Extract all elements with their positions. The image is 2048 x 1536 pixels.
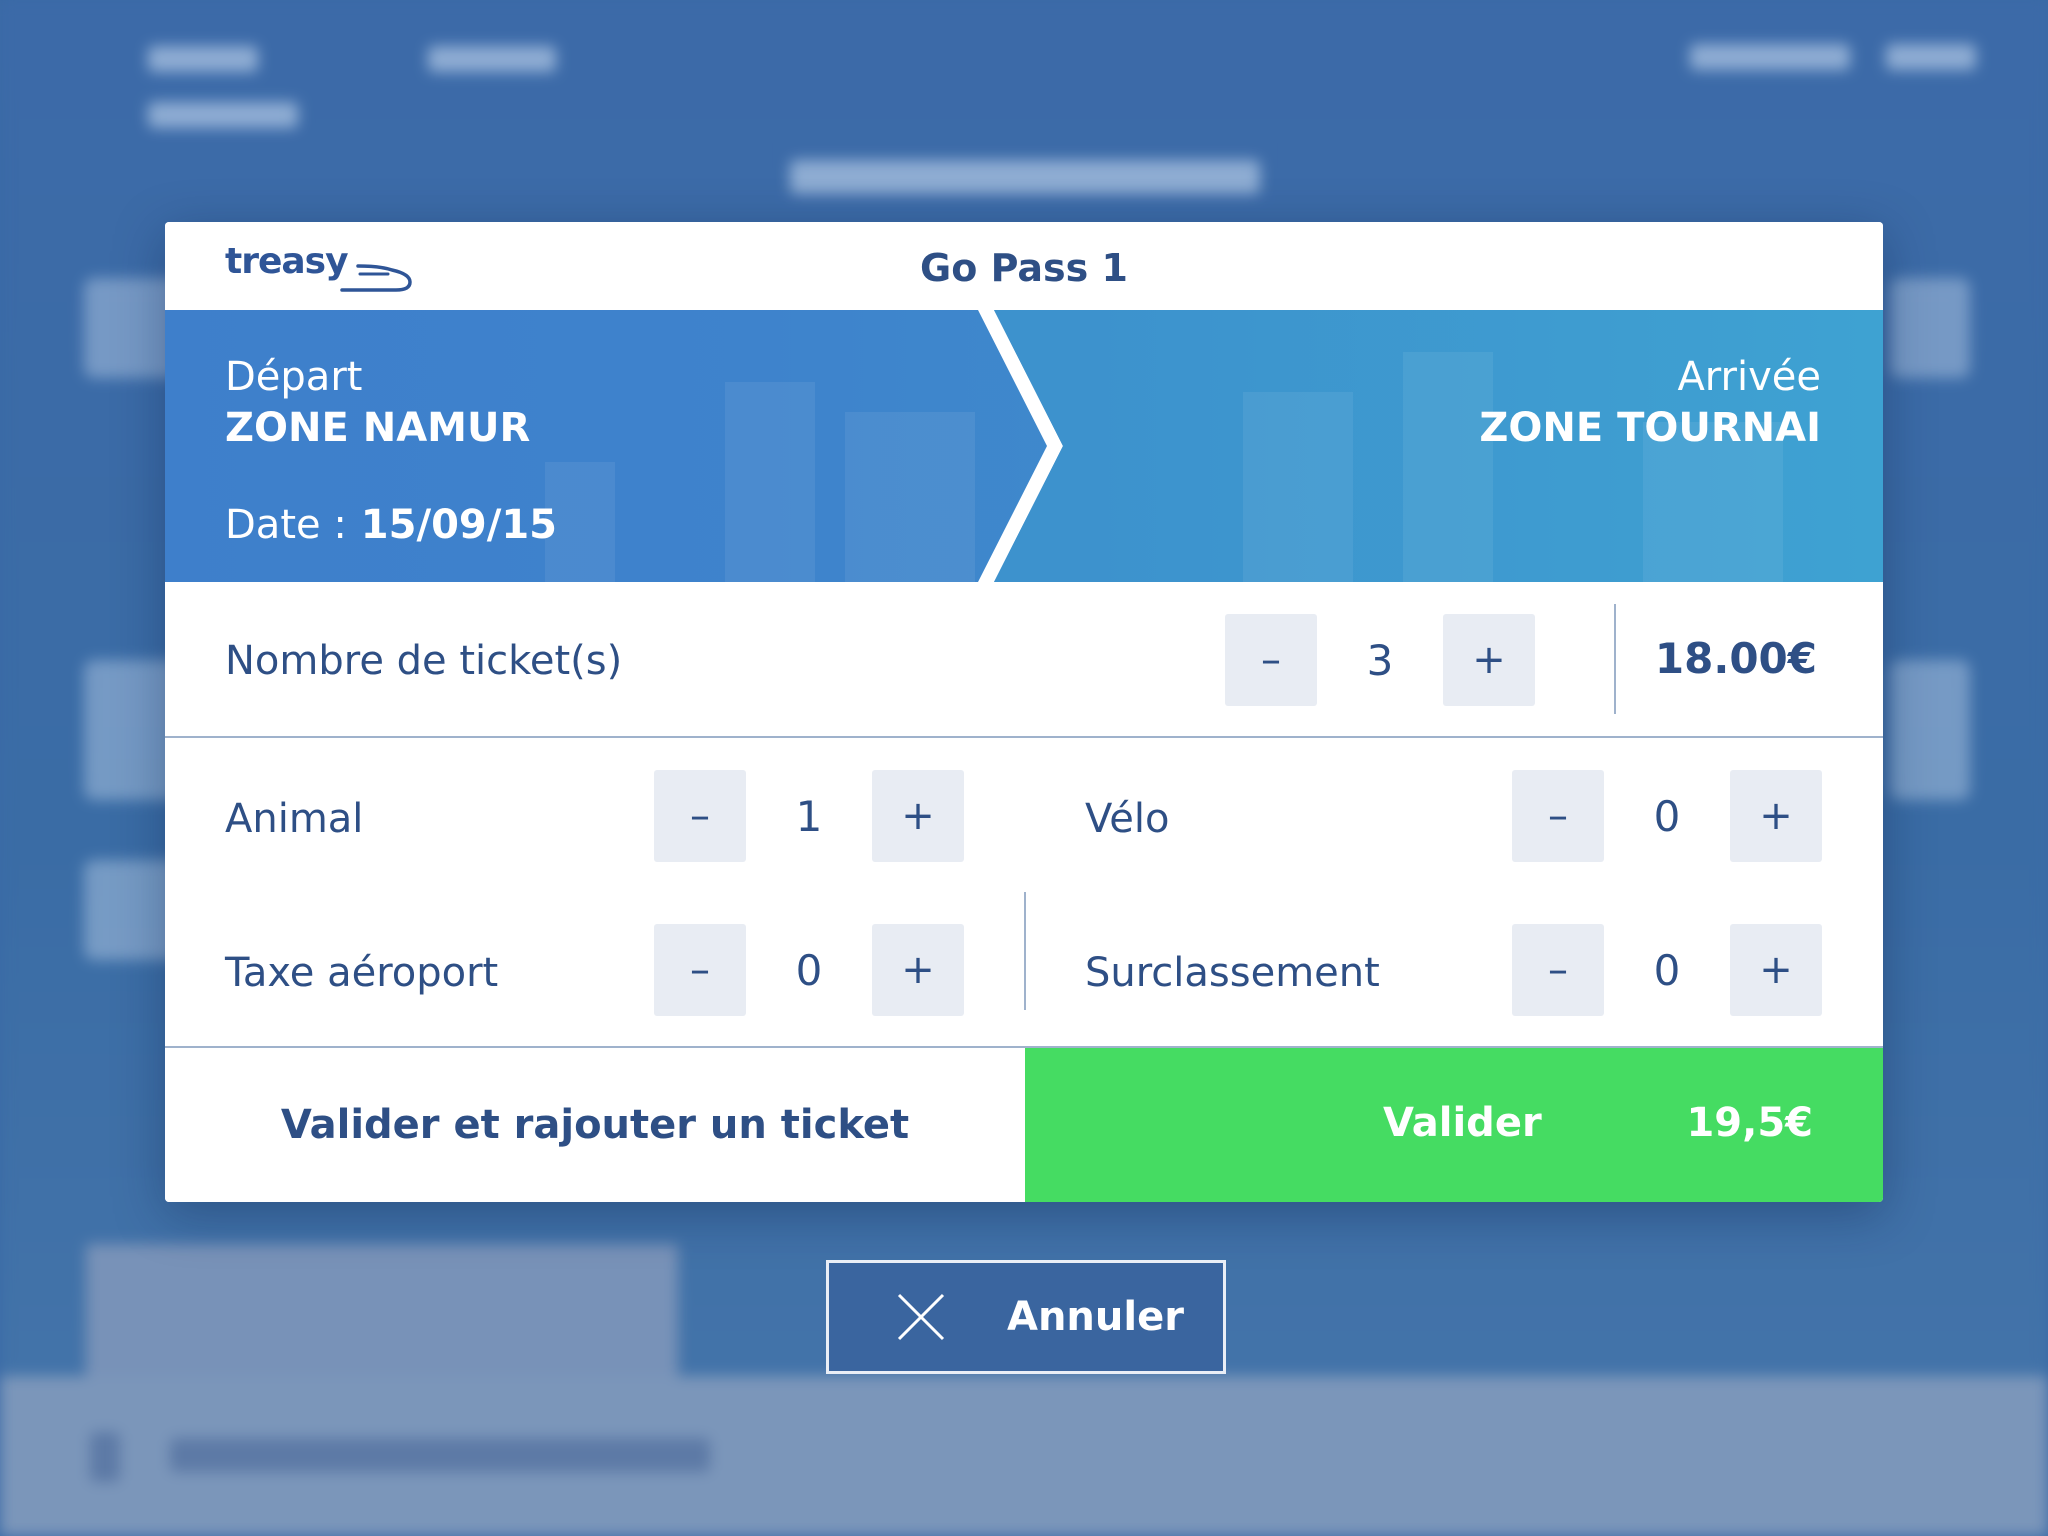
validate-and-add-ticket-button[interactable]: Valider et rajouter un ticket <box>165 1048 1025 1202</box>
cancel-button[interactable]: Annuler <box>826 1260 1226 1374</box>
ticket-decrement-button[interactable]: – <box>1225 614 1317 706</box>
animal-value: 1 <box>795 791 823 841</box>
surclassement-stepper: – 0 + <box>1512 924 1822 1016</box>
ticket-increment-button[interactable]: + <box>1443 614 1535 706</box>
travel-date: Date : 15/09/15 <box>225 502 557 548</box>
velo-stepper: – 0 + <box>1512 770 1822 862</box>
taxe-aeroport-value: 0 <box>795 945 823 995</box>
validate-label: Valider <box>1383 1100 1542 1146</box>
route-arrow-icon <box>978 310 1109 582</box>
ticket-modal: treasy Go Pass 1 Départ ZONE NAMUR Date … <box>165 222 1883 1202</box>
date-value: 15/09/15 <box>360 502 558 548</box>
bg-nav-item <box>428 46 556 72</box>
surclassement-value: 0 <box>1653 945 1681 995</box>
bg-footer <box>0 1376 2048 1536</box>
city-silhouette <box>725 382 815 582</box>
animal-stepper: – 1 + <box>654 770 964 862</box>
animal-increment-button[interactable]: + <box>872 770 964 862</box>
animal-decrement-button[interactable]: – <box>654 770 746 862</box>
departure-label: Départ <box>225 354 363 400</box>
taxe-aeroport-stepper: – 0 + <box>654 924 964 1016</box>
option-label-animal: Animal <box>225 796 364 842</box>
ticket-price: 18.00€ <box>1654 634 1817 683</box>
route-banner: Départ ZONE NAMUR Date : 15/09/15 Arrivée… <box>165 310 1883 582</box>
options-divider <box>1024 892 1026 1010</box>
arrival-label: Arrivée <box>1677 354 1821 400</box>
velo-value: 0 <box>1653 791 1681 841</box>
taxe-aeroport-increment-button[interactable]: + <box>872 924 964 1016</box>
bg-card <box>1890 278 1970 378</box>
surclassement-decrement-button[interactable]: – <box>1512 924 1604 1016</box>
modal-title: Go Pass 1 <box>920 246 1128 290</box>
departure-info: Départ ZONE NAMUR <box>225 352 530 454</box>
city-silhouette <box>1243 392 1353 582</box>
option-label-taxe-aeroport: Taxe aéroport <box>225 950 499 996</box>
taxe-aeroport-decrement-button[interactable]: – <box>654 924 746 1016</box>
bg-nav-item <box>1690 44 1850 70</box>
surclassement-increment-button[interactable]: + <box>1730 924 1822 1016</box>
option-label-velo: Vélo <box>1085 796 1170 842</box>
bg-nav-item <box>148 102 298 128</box>
bg-nav-item <box>148 46 258 72</box>
ticket-count-label: Nombre de ticket(s) <box>225 638 623 684</box>
ticket-count-value: 3 <box>1366 635 1394 685</box>
bg-nav-item <box>1886 44 1976 70</box>
price-divider <box>1614 604 1616 714</box>
arrival-zone: ZONE TOURNAI <box>1479 405 1821 451</box>
bg-panel <box>86 1244 678 1384</box>
velo-increment-button[interactable]: + <box>1730 770 1822 862</box>
cancel-label: Annuler <box>1007 1294 1184 1340</box>
ticket-count-stepper: – 3 + <box>1225 614 1535 706</box>
modal-header: treasy Go Pass 1 <box>165 222 1883 310</box>
modal-actions: Valider et rajouter un ticket Valider 19… <box>165 1048 1883 1202</box>
option-label-surclassement: Surclassement <box>1085 950 1380 996</box>
velo-decrement-button[interactable]: – <box>1512 770 1604 862</box>
validate-button[interactable]: Valider 19,5€ <box>1025 1048 1883 1202</box>
bg-card <box>1890 660 1970 800</box>
city-silhouette <box>845 412 975 582</box>
total-amount: 19,5€ <box>1686 1100 1813 1146</box>
options-grid: Animal – 1 + Vélo – 0 + Taxe aéroport – … <box>165 738 1883 1048</box>
ticket-count-row: Nombre de ticket(s) – 3 + 18.00€ <box>165 582 1883 738</box>
date-label: Date : <box>225 502 347 548</box>
bg-title <box>790 160 1260 194</box>
close-icon <box>895 1291 947 1343</box>
bg-back-arrow <box>90 1432 120 1482</box>
arrival-info: Arrivée ZONE TOURNAI <box>1479 352 1821 454</box>
bg-footer-text <box>170 1438 710 1472</box>
departure-zone: ZONE NAMUR <box>225 405 531 451</box>
